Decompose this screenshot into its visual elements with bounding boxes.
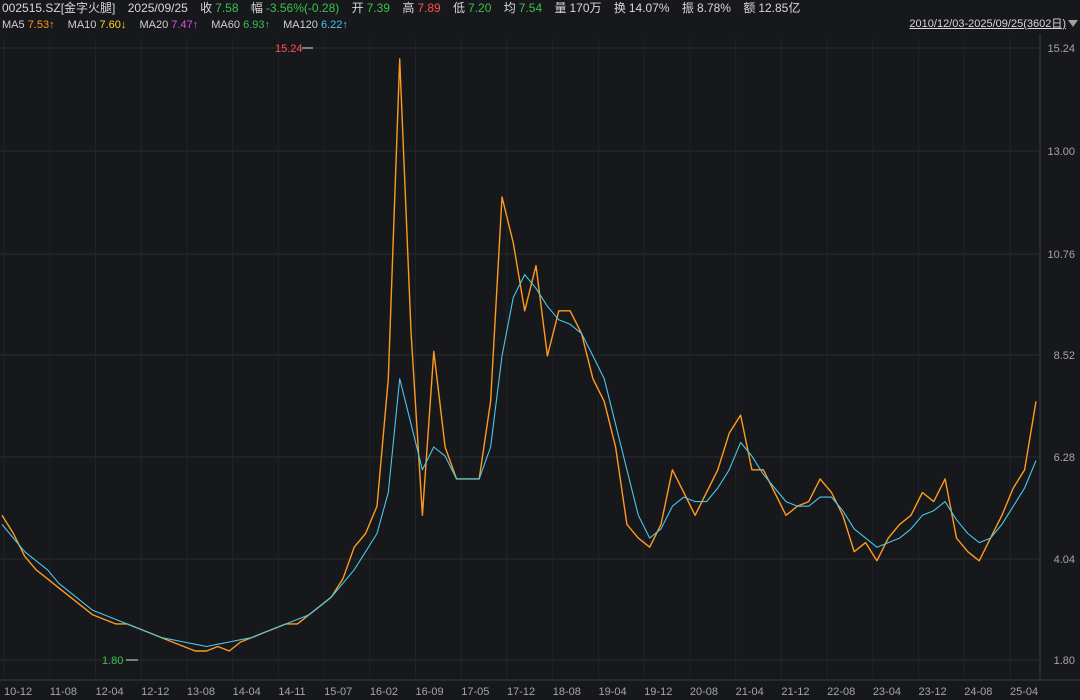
series-line-1 bbox=[1, 274, 1037, 648]
x-tick-label: 25-04 bbox=[1010, 686, 1038, 698]
x-tick-label: 23-04 bbox=[873, 686, 901, 698]
y-tick-label: 1.80 bbox=[1054, 655, 1075, 667]
price-chart: 15.24 13.00 10.76 8.52 6.28 4.04 1.80 10-12 11-… bbox=[0, 34, 1080, 698]
x-tick-label: 19-12 bbox=[644, 686, 672, 698]
y-tick-label: 6.28 bbox=[1054, 452, 1075, 464]
x-tick-label: 11-08 bbox=[50, 686, 77, 698]
x-tick-label: 10-12 bbox=[4, 686, 32, 698]
x-tick-label: 21-04 bbox=[736, 686, 764, 698]
high-annotation: 15.24 bbox=[275, 43, 303, 55]
y-axis: 15.24 13.00 10.76 8.52 6.28 4.04 1.80 bbox=[1047, 43, 1075, 667]
x-tick-label: 18-08 bbox=[553, 686, 581, 698]
x-tick-label: 23-12 bbox=[919, 686, 947, 698]
x-tick-label: 15-07 bbox=[324, 686, 352, 698]
x-tick-label: 21-12 bbox=[781, 686, 809, 698]
x-tick-label: 20-08 bbox=[690, 686, 718, 698]
y-tick-label: 8.52 bbox=[1054, 350, 1075, 362]
low-annotation: 1.80 bbox=[102, 655, 123, 667]
x-axis: 10-12 11-08 12-04 12-12 13-08 14-04 14-11 15-07… bbox=[4, 686, 1038, 698]
x-tick-label: 19-04 bbox=[598, 686, 626, 698]
x-tick-label: 17-05 bbox=[461, 686, 489, 698]
x-tick-label: 16-09 bbox=[416, 686, 444, 698]
x-tick-label: 17-12 bbox=[507, 686, 535, 698]
x-tick-label: 16-02 bbox=[370, 686, 398, 698]
x-tick-label: 12-04 bbox=[95, 686, 123, 698]
x-tick-label: 24-08 bbox=[964, 686, 992, 698]
x-tick-label: 22-08 bbox=[827, 686, 855, 698]
chart-grid bbox=[0, 34, 1080, 681]
y-tick-label: 13.00 bbox=[1047, 146, 1075, 158]
x-tick-label: 12-12 bbox=[141, 686, 169, 698]
x-tick-label: 14-11 bbox=[278, 686, 305, 698]
y-tick-label: 10.76 bbox=[1047, 249, 1075, 261]
x-tick-label: 13-08 bbox=[187, 686, 215, 698]
y-tick-label: 15.24 bbox=[1047, 43, 1075, 55]
x-tick-label: 14-04 bbox=[233, 686, 261, 698]
y-tick-label: 4.04 bbox=[1054, 554, 1075, 566]
